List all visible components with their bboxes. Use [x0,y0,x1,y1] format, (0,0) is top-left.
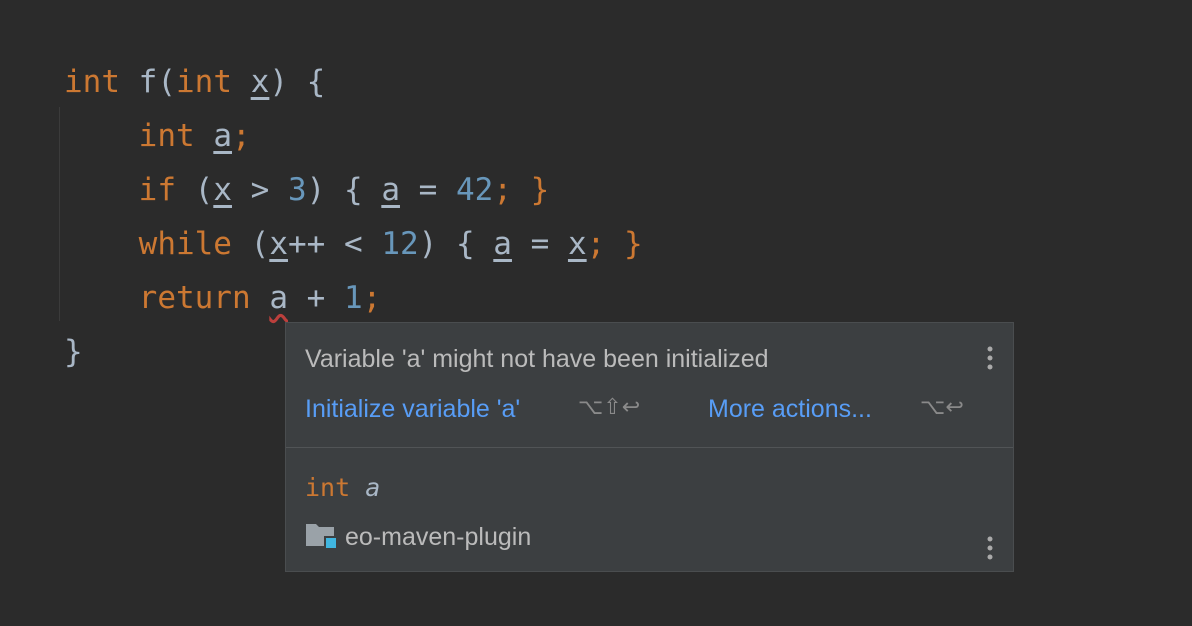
warning-message: Variable 'a' might not have been initial… [305,345,769,373]
declaration-type: int [305,473,351,502]
module-name: eo-maven-plugin [345,522,532,551]
function-name[interactable]: f [139,64,158,100]
declaration-name: a [365,473,381,502]
declaration-signature: int a [305,473,380,502]
keyword: int [64,64,120,100]
number: 1 [343,280,363,316]
indent-guide [59,107,60,321]
variable-x[interactable]: x [269,226,288,262]
keyword: return [138,280,251,316]
variable-a[interactable]: a [381,172,400,208]
punct: ( [157,64,177,100]
folder-module-icon [305,521,337,554]
code-line-3[interactable]: if (x > 3) { a = 42; } [64,170,550,210]
operator: + [287,280,344,316]
punct: ; [362,280,382,316]
divider [286,447,1013,448]
initialize-variable-link[interactable]: Initialize variable 'a' [305,395,520,424]
operator: = [511,226,568,262]
variable-a[interactable]: a [213,118,232,154]
number: 12 [381,226,419,262]
punct: ) { [269,64,326,100]
variable-a[interactable]: a [493,226,512,262]
number: 42 [455,172,494,208]
keyword: while [138,226,232,262]
variable-x[interactable]: x [568,226,587,262]
punct: ; } [586,226,643,262]
operator: ++ < [287,226,382,262]
punct: ) { [306,172,382,208]
code-line-4[interactable]: while (x++ < 12) { a = x; } [64,224,643,264]
variable-x[interactable]: x [213,172,232,208]
variable-a-warning[interactable]: a [269,280,288,316]
more-options-icon[interactable] [980,344,1000,372]
operator: > [231,172,288,208]
punct: } [64,334,83,370]
punct: ) { [418,226,494,262]
module-info[interactable]: eo-maven-plugin [305,522,531,552]
keyword: int [176,64,233,100]
inspection-popup: Variable 'a' might not have been initial… [285,322,1014,572]
keyword: if [138,172,176,208]
fix-shortcut: ⌥⇧↩ [578,395,641,420]
code-line-5[interactable]: return a + 1; [64,278,382,318]
number: 3 [287,172,307,208]
code-line-2[interactable]: int a; [64,116,251,156]
code-line-6[interactable]: } [64,332,83,372]
parameter-x[interactable]: x [251,64,270,100]
punct: ; [232,118,251,154]
operator: = [399,172,456,208]
punct: ( [231,226,270,262]
punct: ; } [493,172,550,208]
more-actions-link[interactable]: More actions... [708,395,872,424]
code-line-1[interactable]: int f(int x) { [64,62,325,102]
keyword: int [138,118,195,154]
punct: ( [175,172,214,208]
more-actions-shortcut: ⌥↩ [920,395,964,420]
more-options-icon[interactable] [980,534,1000,562]
